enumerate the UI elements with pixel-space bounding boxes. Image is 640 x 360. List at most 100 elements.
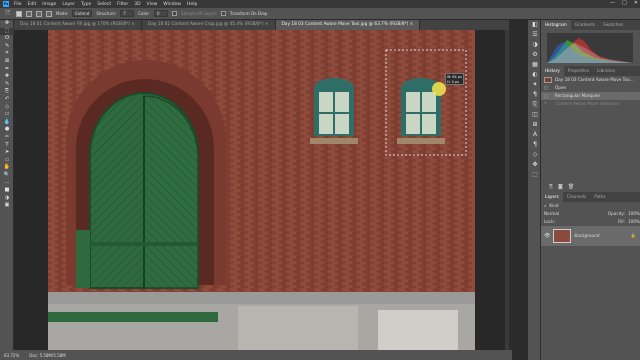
panel-shortcut-12-icon[interactable]: ¶ bbox=[528, 140, 542, 150]
menu-image[interactable]: Image bbox=[42, 2, 56, 7]
layers-panel-tabs: Layers Channels Paths bbox=[541, 192, 640, 202]
history-item-open[interactable]: ▢ Open bbox=[541, 84, 640, 92]
history-item-content-aware-move[interactable]: ⤧ Content-Aware Move Selection bbox=[541, 100, 640, 108]
tool-eyedropper-icon[interactable]: ✒ bbox=[0, 66, 14, 74]
panel-shortcut-10-icon[interactable]: ⊞ bbox=[528, 120, 542, 130]
tool-path-select-icon[interactable]: ➤ bbox=[0, 149, 14, 157]
menu-select[interactable]: Select bbox=[97, 2, 111, 7]
lock-fill-row: Lock: Fill: 100% bbox=[541, 218, 640, 226]
kind-filter[interactable]: Kind bbox=[549, 202, 558, 210]
document-image[interactable] bbox=[48, 30, 475, 350]
photoshop-logo: Ps bbox=[3, 1, 9, 7]
tab-properties[interactable]: Properties bbox=[564, 66, 593, 76]
tool-history-brush-icon[interactable]: ↶ bbox=[0, 96, 14, 104]
menu-filter[interactable]: Filter bbox=[117, 2, 128, 7]
new-selection-mode-icon[interactable] bbox=[16, 10, 22, 17]
fill-label: Fill: bbox=[618, 219, 626, 224]
panel-shortcut-8-icon[interactable]: ⎘ bbox=[528, 100, 542, 110]
tool-screen-mode-icon[interactable]: ▣ bbox=[0, 202, 14, 210]
panel-shortcut-15-icon[interactable]: ⬚ bbox=[528, 170, 542, 180]
intersect-selection-mode-icon[interactable] bbox=[46, 10, 52, 17]
tab-paths[interactable]: Paths bbox=[590, 192, 609, 202]
menu-window[interactable]: Window bbox=[163, 2, 181, 7]
tab-swatches[interactable]: Swatches bbox=[599, 20, 627, 30]
menu-3d[interactable]: 3D bbox=[134, 2, 140, 7]
tool-pen-icon[interactable]: ✑ bbox=[0, 134, 14, 142]
tab-history[interactable]: History bbox=[541, 66, 564, 76]
tool-mask-icon[interactable]: ◑ bbox=[0, 195, 14, 203]
doc-size: Doc: 5.58M/5.58M bbox=[29, 352, 66, 358]
tool-brush-icon[interactable]: ✎ bbox=[0, 81, 14, 89]
tool-type-icon[interactable]: T bbox=[0, 142, 14, 150]
history-panel-buttons: ⎘ ◙ 🗑 bbox=[541, 182, 640, 192]
tool-move-icon[interactable]: ✥ bbox=[0, 20, 14, 28]
trash-icon[interactable]: 🗑 bbox=[568, 184, 574, 190]
mode-select[interactable]: Extend bbox=[72, 10, 93, 17]
tool-frame-icon[interactable]: ⊠ bbox=[0, 58, 14, 66]
panel-shortcut-1-icon[interactable]: ☰ bbox=[528, 30, 542, 40]
sample-all-layers-checkbox[interactable] bbox=[171, 11, 177, 16]
history-snapshot[interactable]: Day 18 03 Content Aware Move Too… bbox=[541, 76, 640, 84]
tool-marquee-icon[interactable]: ⬚ bbox=[0, 27, 14, 36]
content-aware-move-tool-icon[interactable]: ⤧ bbox=[3, 10, 12, 18]
mode-label: Mode: bbox=[56, 11, 69, 16]
menu-edit[interactable]: Edit bbox=[28, 2, 37, 7]
blend-mode-select[interactable]: Normal bbox=[544, 210, 559, 218]
panel-shortcut-3-icon[interactable]: ⚙ bbox=[528, 50, 542, 60]
panel-shortcut-14-icon[interactable]: ✤ bbox=[528, 160, 542, 170]
layer-row-background[interactable]: 👁 Background 🔒 bbox=[541, 226, 640, 246]
menu-type[interactable]: Type bbox=[81, 2, 91, 7]
transform-on-drop-checkbox[interactable] bbox=[220, 11, 226, 16]
tool-dodge-icon[interactable]: ● bbox=[0, 126, 14, 134]
panel-shortcut-13-icon[interactable]: ◇ bbox=[528, 150, 542, 160]
structure-field[interactable]: 7 bbox=[120, 10, 135, 17]
tab-gradients[interactable]: Gradients bbox=[571, 20, 599, 30]
tool-hand-icon[interactable]: ✋ bbox=[0, 164, 14, 172]
tool-eraser-icon[interactable]: ◇ bbox=[0, 104, 14, 112]
tab-content-aware-move[interactable]: Day 18 03 Content Aware Move Tool.jpg @ … bbox=[275, 20, 421, 30]
tab-content-aware-fill[interactable]: Day 18 01 Content Aware Fill.jpg @ 170% … bbox=[14, 20, 142, 30]
tool-lasso-icon[interactable]: ʘ bbox=[0, 35, 14, 43]
tab-layers[interactable]: Layers bbox=[541, 192, 563, 202]
panel-shortcut-9-icon[interactable]: ◫ bbox=[528, 110, 542, 120]
tool-gradient-icon[interactable]: ▭ bbox=[0, 111, 14, 119]
panel-shortcut-0-icon[interactable]: ◧ bbox=[528, 20, 542, 30]
close-window-button[interactable]: ✕ bbox=[634, 0, 638, 6]
subtract-selection-mode-icon[interactable] bbox=[36, 10, 42, 17]
tool-crop-icon[interactable]: ⌗ bbox=[0, 50, 14, 58]
tool-healing-icon[interactable]: ✚ bbox=[0, 73, 14, 81]
tool-zoom-icon[interactable]: 🔍 bbox=[0, 172, 14, 180]
panel-shortcut-5-icon[interactable]: ◐ bbox=[528, 70, 542, 80]
tool-quick-select-icon[interactable]: ✎ bbox=[0, 43, 14, 51]
panel-shortcut-4-icon[interactable]: ▦ bbox=[528, 60, 542, 70]
panel-shortcut-2-icon[interactable]: ◑ bbox=[528, 40, 542, 50]
panel-shortcut-11-icon[interactable]: A bbox=[528, 130, 542, 140]
tab-histogram[interactable]: Histogram bbox=[541, 20, 571, 30]
tab-channels[interactable]: Channels bbox=[563, 192, 590, 202]
color-field[interactable]: 0 bbox=[153, 10, 168, 17]
tab-libraries[interactable]: Libraries bbox=[593, 66, 619, 76]
fill-field[interactable]: 100% bbox=[628, 218, 640, 226]
document-canvas[interactable]: W: 84 px H: 0 px bbox=[14, 30, 509, 350]
eye-icon[interactable]: 👁 bbox=[544, 232, 550, 240]
canvas-scrollbar[interactable] bbox=[505, 30, 509, 350]
panel-shortcut-7-icon[interactable]: ¶ bbox=[528, 90, 542, 100]
minimize-button[interactable]: — bbox=[610, 0, 615, 6]
history-item-rectangular-marquee[interactable]: ⬚ Rectangular Marquee bbox=[541, 92, 640, 100]
new-document-icon[interactable]: ⎘ bbox=[549, 184, 553, 190]
menu-layer[interactable]: Layer bbox=[62, 2, 75, 7]
menu-file[interactable]: File bbox=[14, 2, 22, 7]
camera-icon[interactable]: ◙ bbox=[558, 184, 563, 190]
tool-fg-bg-icon[interactable]: ■ bbox=[0, 187, 14, 195]
add-selection-mode-icon[interactable] bbox=[26, 10, 32, 17]
zoom-level[interactable]: 63.72% bbox=[4, 353, 19, 358]
tool-more-icon[interactable]: … bbox=[0, 179, 14, 187]
menu-view[interactable]: View bbox=[147, 2, 158, 7]
maximize-button[interactable]: □ bbox=[622, 0, 627, 6]
panel-shortcut-6-icon[interactable]: ✦ bbox=[528, 80, 542, 90]
tool-clone-icon[interactable]: ⎘ bbox=[0, 88, 14, 96]
tool-blur-icon[interactable]: 💧 bbox=[0, 119, 14, 127]
menu-help[interactable]: Help bbox=[187, 2, 197, 7]
opacity-field[interactable]: 100% bbox=[628, 210, 640, 218]
tab-content-aware-crop[interactable]: Day 18 02 Content Aware Crop.jpg @ 45.4%… bbox=[142, 20, 276, 30]
